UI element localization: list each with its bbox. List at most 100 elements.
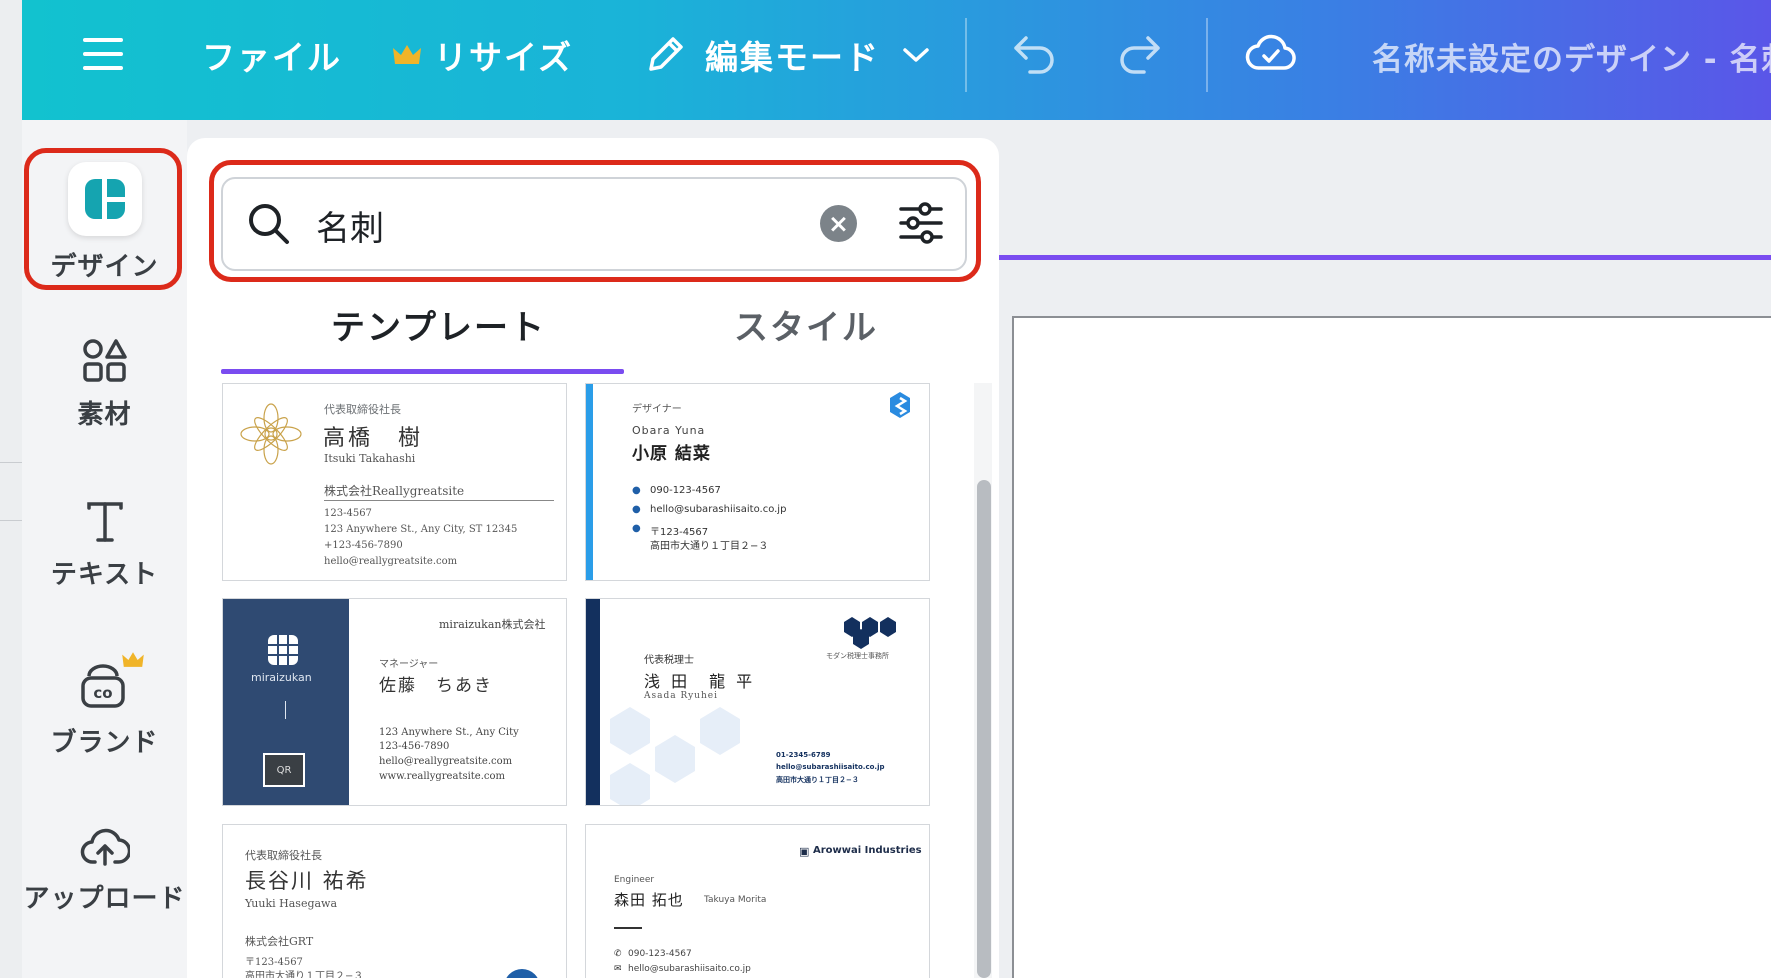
card-name: 浅 田 龍 平 bbox=[644, 672, 756, 691]
card-accent-stripe bbox=[586, 599, 600, 805]
cloud-save-status[interactable] bbox=[1245, 30, 1297, 76]
edit-mode-dropdown[interactable]: 編集モード bbox=[643, 30, 930, 80]
template-card[interactable]: ▣ Arowwai Industries Engineer 森田 拓也 Taku… bbox=[585, 824, 930, 978]
toolbar-divider bbox=[1206, 18, 1208, 92]
mail-icon: ● bbox=[632, 504, 641, 515]
card-phone: +123-456-7890 bbox=[324, 540, 403, 551]
canvas-accent-bar bbox=[999, 255, 1771, 260]
rail-item-text[interactable]: テキスト bbox=[22, 500, 187, 591]
card-email: hello@subarashiisaito.co.jp bbox=[628, 964, 751, 974]
resize-button[interactable]: リサイズ bbox=[392, 34, 574, 77]
card-name-en: Itsuki Takahashi bbox=[324, 452, 416, 465]
active-tab-indicator bbox=[221, 369, 624, 374]
company-logo-icon: ▣ bbox=[799, 845, 810, 858]
redo-icon bbox=[1120, 36, 1160, 74]
design-canvas[interactable] bbox=[1012, 316, 1771, 978]
qr-code: QR bbox=[263, 753, 305, 787]
card-address: 高田市大通り１丁目２−３ bbox=[245, 971, 364, 978]
rail-label-upload: アップロード bbox=[23, 884, 186, 914]
card-divider bbox=[324, 500, 554, 501]
template-card[interactable]: 代表取締役社長 長谷川 祐希 Yuuki Hasegawa 株式会社GRT 〒1… bbox=[222, 824, 567, 978]
card-role: デザイナー bbox=[632, 404, 682, 415]
brand-icon: co bbox=[80, 664, 125, 708]
rail-item-elements[interactable]: 素材 bbox=[22, 338, 187, 431]
card-email: hello@reallygreatsite.com bbox=[324, 556, 458, 567]
card-name: 小原 結菜 bbox=[632, 444, 711, 464]
card-accent-stripe bbox=[586, 384, 593, 580]
cloud-upload-icon bbox=[80, 828, 130, 866]
template-card[interactable]: 代表取締役社長 高橋 樹 Itsuki Takahashi 株式会社Really… bbox=[222, 383, 567, 581]
undo-icon bbox=[1014, 36, 1054, 74]
template-card[interactable]: miraizukan QR miraizukan株式会社 マネージャー 佐藤 ち… bbox=[222, 598, 567, 806]
undo-button[interactable] bbox=[1010, 32, 1058, 76]
panel-scrollbar-thumb[interactable] bbox=[977, 480, 991, 978]
tab-templates[interactable]: テンプレート bbox=[331, 300, 546, 349]
pencil-icon bbox=[649, 37, 683, 71]
card-logo-text: miraizukan bbox=[251, 671, 312, 684]
card-divider bbox=[285, 701, 286, 719]
window-edge bbox=[0, 0, 23, 978]
crown-icon bbox=[393, 45, 421, 64]
card-postal: 〒123-4567 bbox=[650, 527, 709, 538]
location-icon: ● bbox=[632, 523, 641, 534]
redo-button[interactable] bbox=[1116, 32, 1164, 76]
card-name: 佐藤 ちあき bbox=[379, 676, 493, 696]
card-email: hello@reallygreatsite.com bbox=[379, 756, 513, 767]
chevron-down-icon bbox=[903, 48, 929, 62]
edge-divider bbox=[0, 520, 22, 521]
rail-item-upload[interactable]: アップロード bbox=[22, 824, 187, 915]
card-name: 森田 拓也 bbox=[614, 891, 684, 909]
edit-mode-label: 編集モード bbox=[705, 38, 880, 77]
card-role: 代表取締役社長 bbox=[245, 849, 322, 862]
template-card[interactable]: モダン税理士事務所 代表税理士 浅 田 龍 平 Asada Ryuhei 01-… bbox=[585, 598, 930, 806]
card-name: 高橋 樹 bbox=[323, 426, 424, 451]
document-title[interactable]: 名称未設定のデザイン - 名刺 bbox=[1372, 34, 1771, 78]
phone-icon: ✆ bbox=[614, 949, 622, 959]
card-company: 株式会社Reallygreatsite bbox=[324, 484, 465, 498]
toolbar-divider bbox=[965, 18, 967, 92]
card-role: Engineer bbox=[614, 875, 655, 885]
card-logo bbox=[504, 969, 540, 978]
text-icon bbox=[86, 502, 123, 542]
shapes-icon bbox=[82, 339, 127, 382]
card-address: 123 Anywhere St., Any City bbox=[379, 727, 519, 738]
card-company: 株式会社GRT bbox=[245, 935, 314, 948]
rail-item-brand[interactable]: co ブランド bbox=[22, 650, 187, 759]
rail-label-brand: ブランド bbox=[50, 728, 159, 758]
phone-icon: ● bbox=[632, 485, 641, 496]
card-role: マネージャー bbox=[379, 659, 439, 670]
template-card[interactable]: デザイナー Obara Yuna 小原 結菜 ● 090-123-4567 ● … bbox=[585, 383, 930, 581]
card-address: 高田市大通り１丁目２−３ bbox=[650, 541, 769, 552]
card-phone: 123-456-7890 bbox=[379, 741, 450, 752]
card-name-en: Asada Ryuhei bbox=[644, 691, 718, 701]
crown-icon bbox=[121, 652, 144, 667]
card-company: Arowwai Industries bbox=[813, 845, 922, 856]
card-email: hello@subarashiisaito.co.jp bbox=[776, 763, 885, 771]
card-phone: 090-123-4567 bbox=[628, 949, 692, 959]
edge-divider bbox=[0, 462, 22, 463]
mail-icon: ✉ bbox=[614, 964, 622, 974]
card-name-en: Obara Yuna bbox=[632, 424, 706, 437]
card-address: 123 Anywhere St., Any City, ST 12345 bbox=[324, 524, 518, 535]
card-website: www.reallygreatsite.com bbox=[379, 771, 506, 782]
file-menu-button[interactable]: ファイル bbox=[202, 34, 342, 77]
card-email: hello@subarashiisaito.co.jp bbox=[650, 504, 787, 515]
highlight-search-bar bbox=[209, 160, 981, 282]
card-company: miraizukan株式会社 bbox=[439, 618, 546, 631]
hexagon-logo bbox=[844, 617, 896, 649]
cloud-check-icon bbox=[1245, 34, 1296, 70]
card-name-en: Yuuki Hasegawa bbox=[245, 897, 338, 910]
svg-text:co: co bbox=[93, 684, 112, 702]
highlight-design-tab bbox=[24, 148, 182, 290]
rail-label-text: テキスト bbox=[50, 560, 159, 590]
card-phone: 090-123-4567 bbox=[650, 485, 721, 496]
card-divider bbox=[614, 927, 642, 929]
resize-label: リサイズ bbox=[434, 38, 574, 77]
card-postal: 〒123-4567 bbox=[245, 957, 303, 968]
card-postal: 123-4567 bbox=[324, 508, 372, 519]
card-company: モダン税理士事務所 bbox=[826, 652, 889, 660]
tab-styles[interactable]: スタイル bbox=[734, 300, 878, 349]
menu-icon[interactable] bbox=[82, 34, 124, 74]
card-address: 高田市大通り１丁目２−３ bbox=[776, 776, 859, 784]
rail-label-elements: 素材 bbox=[77, 400, 132, 430]
